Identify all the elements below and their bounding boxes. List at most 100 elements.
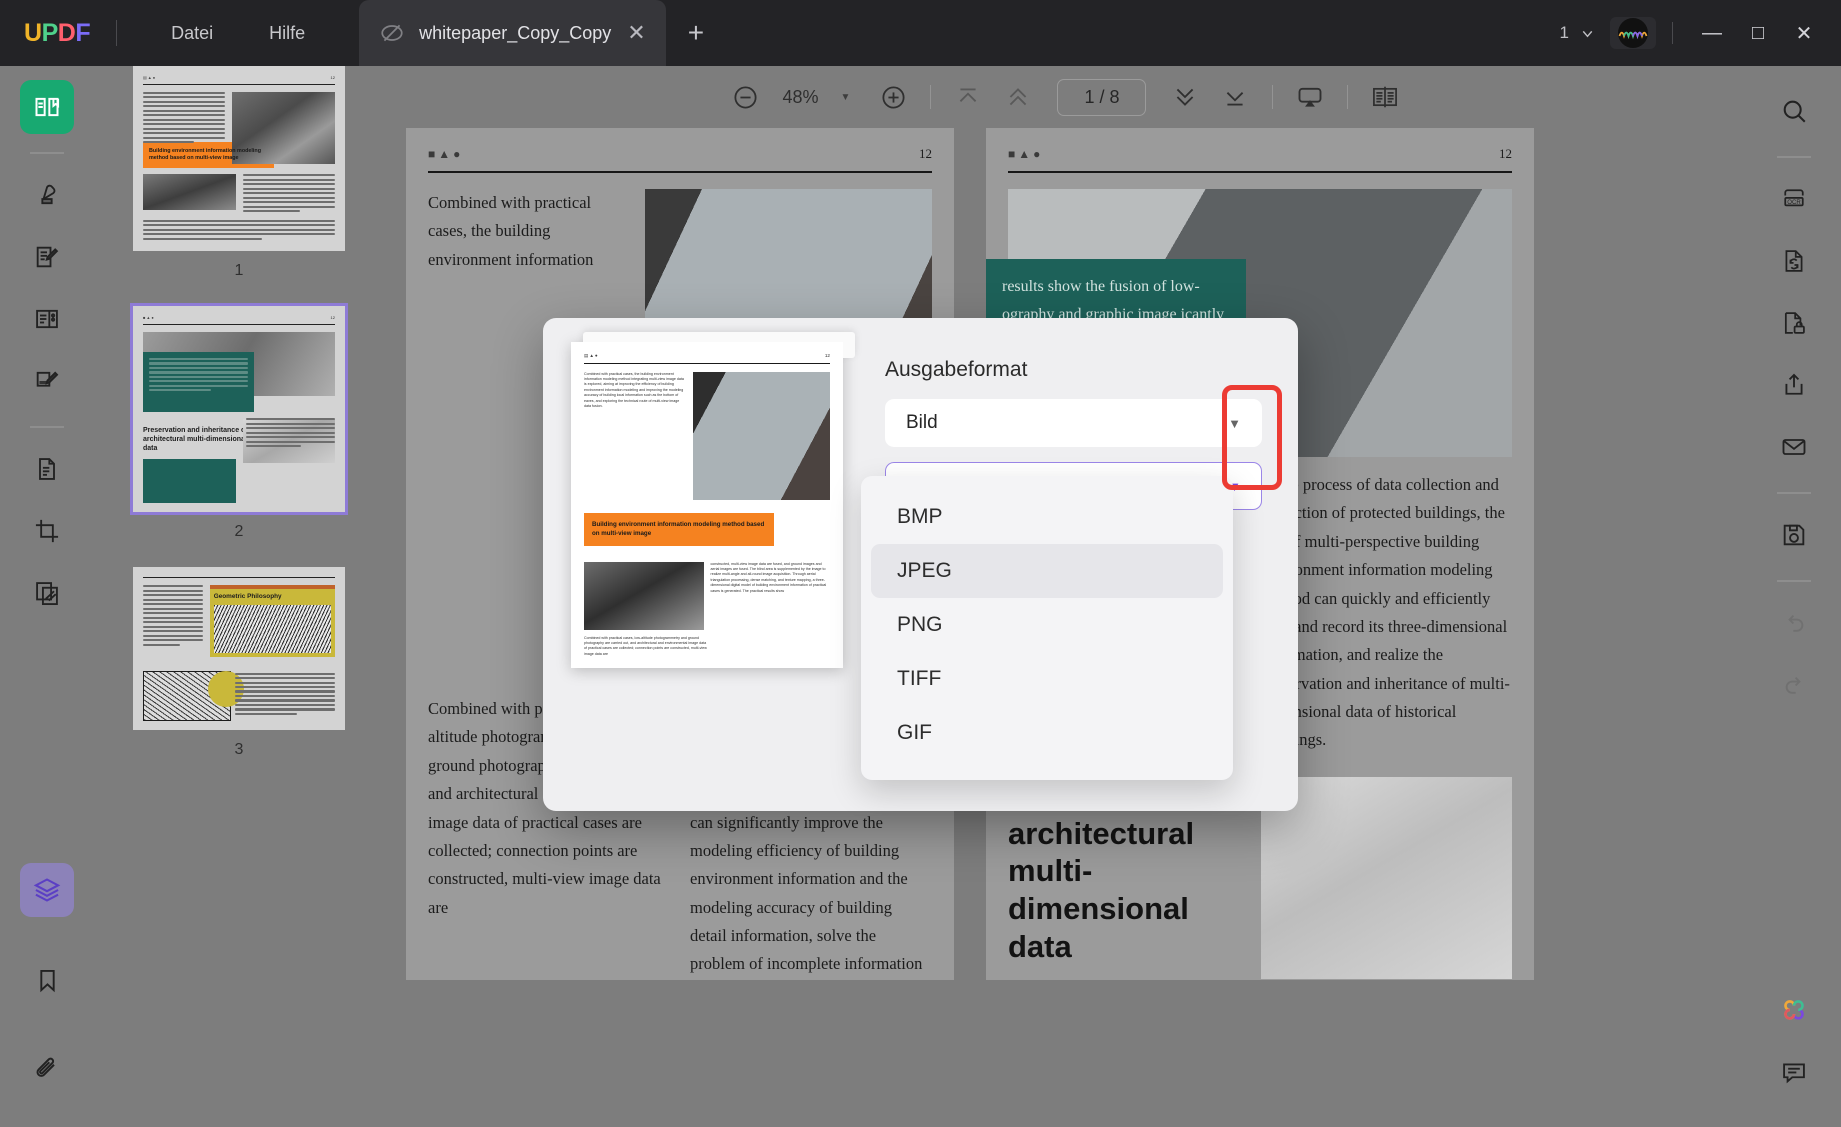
preview-col-bottom: Combined with practical cases, low-altit…: [584, 636, 707, 658]
thumbnail-number: 3: [133, 741, 345, 759]
account-count: 1: [1560, 23, 1569, 43]
mini-row: [143, 174, 335, 214]
thumbnail-number: 1: [133, 262, 345, 280]
page-glyphs: ■▲●: [428, 147, 463, 162]
dropdown-option-bmp[interactable]: BMP: [871, 490, 1223, 544]
preview-intro: Combined with practical cases, the build…: [584, 372, 686, 500]
presentation-mode-button[interactable]: [1285, 75, 1335, 119]
sidebar-item-bookmark[interactable]: [20, 953, 74, 1007]
thumbnail-item[interactable]: Geometric Philosophy: [133, 567, 345, 784]
ocr-icon[interactable]: OCR: [1767, 172, 1821, 226]
dual-page-view-button[interactable]: [1360, 75, 1410, 119]
thumbnail-item[interactable]: ■▲● 12: [133, 306, 345, 567]
sidebar-item-organize-pages[interactable]: [20, 442, 74, 496]
redo-icon[interactable]: [1767, 658, 1821, 712]
sidebar-item-edit-pdf[interactable]: [20, 230, 74, 284]
share-icon[interactable]: [1767, 358, 1821, 412]
sidebar-item-comment[interactable]: [20, 354, 74, 408]
format-dropdown-list[interactable]: BMP JPEG PNG TIFF GIF: [861, 476, 1233, 780]
mini-row: Geometric Philosophy: [143, 585, 335, 656]
thumbnail-item[interactable]: ▤▲● 12: [133, 66, 345, 306]
sidebar-item-highlighter[interactable]: [20, 168, 74, 222]
undo-icon[interactable]: [1767, 596, 1821, 650]
mini-col: [143, 174, 236, 214]
output-format-label: Ausgabeformat: [885, 358, 1262, 382]
thumbnail-page-3[interactable]: Geometric Philosophy: [133, 567, 345, 729]
mini-row: [143, 671, 335, 721]
page-number: 12: [331, 315, 335, 321]
dropdown-option-png[interactable]: PNG: [871, 598, 1223, 652]
page-glyphs: ■▲●: [1008, 147, 1043, 162]
document-tab[interactable]: whitepaper_Copy_Copy ✕: [359, 0, 666, 66]
mini-header: ▤▲● 12: [143, 75, 335, 85]
mini-row: [143, 459, 335, 503]
page-glyphs: ▤▲●: [143, 75, 156, 81]
dropdown-option-gif[interactable]: GIF: [871, 706, 1223, 760]
save-icon[interactable]: [1767, 508, 1821, 562]
sidebar-item-layers[interactable]: [20, 863, 74, 917]
page-header: ■▲● 12: [428, 146, 932, 173]
minimize-button[interactable]: —: [1689, 13, 1735, 53]
menu-hilfe[interactable]: Hilfe: [241, 23, 333, 44]
sidebar-item-reader[interactable]: [20, 80, 74, 134]
format-select-value: Bild: [906, 412, 938, 434]
app-logo: UPDF: [24, 19, 90, 48]
search-icon[interactable]: [1767, 84, 1821, 138]
thumbnail-page-1[interactable]: ▤▲● 12: [133, 66, 345, 251]
close-window-button[interactable]: ✕: [1781, 13, 1827, 53]
sidebar-item-form[interactable]: [20, 292, 74, 346]
preview-image: [693, 372, 830, 500]
format-select[interactable]: Bild ▼: [885, 399, 1262, 447]
mini-col: Geometric Philosophy: [210, 585, 335, 656]
page-glyphs: ■▲●: [143, 315, 155, 321]
ai-assistant-icon[interactable]: [1767, 983, 1821, 1037]
page-indicator[interactable]: 1 / 8: [1057, 79, 1146, 116]
chevron-down-icon[interactable]: ▼: [841, 92, 851, 103]
mini-title: Geometric Philosophy: [214, 592, 331, 601]
first-page-button[interactable]: [943, 75, 993, 119]
mini-col: [143, 459, 236, 503]
dropdown-option-jpeg[interactable]: JPEG: [871, 544, 1223, 598]
right-toolbar: OCR: [1747, 66, 1841, 1127]
mini-col: [143, 585, 203, 656]
page-number: 12: [1499, 146, 1512, 162]
close-icon[interactable]: ✕: [627, 20, 645, 46]
thumbnail-panel[interactable]: ▤▲● 12: [94, 66, 384, 1127]
page-image: [1261, 777, 1512, 980]
new-tab-button[interactable]: +: [688, 17, 704, 49]
chevron-down-icon: [1579, 25, 1596, 42]
prev-page-button[interactable]: [993, 75, 1043, 119]
maximize-button[interactable]: □: [1735, 13, 1781, 53]
preview-row: constructed, multi-view image data are f…: [584, 562, 830, 630]
email-icon[interactable]: [1767, 420, 1821, 474]
menu-datei[interactable]: Datei: [143, 23, 241, 44]
dropdown-option-tiff[interactable]: TIFF: [871, 652, 1223, 706]
last-page-button[interactable]: [1210, 75, 1260, 119]
sidebar-item-crop[interactable]: [20, 504, 74, 558]
mini-footer-text: [143, 220, 335, 240]
divider: [1777, 492, 1811, 494]
export-dialog[interactable]: ▤▲● 12 Combined with practical cases, th…: [543, 318, 1298, 811]
avatar[interactable]: [1610, 17, 1656, 49]
mini-teal-banner: [143, 352, 254, 412]
convert-icon[interactable]: [1767, 234, 1821, 288]
preview-image: [584, 562, 704, 630]
divider: [30, 152, 64, 154]
zoom-in-button[interactable]: [868, 75, 918, 119]
divider: [30, 426, 64, 428]
account-indicator[interactable]: 1: [1546, 23, 1610, 43]
next-page-button[interactable]: [1160, 75, 1210, 119]
sidebar-item-attachment[interactable]: [20, 1043, 74, 1097]
zoom-out-button[interactable]: [721, 75, 771, 119]
page-number: 12: [331, 75, 335, 81]
protect-lock-icon[interactable]: [1767, 296, 1821, 350]
thumbnail-page-2[interactable]: ■▲● 12: [133, 306, 345, 512]
chat-icon[interactable]: [1767, 1045, 1821, 1099]
sidebar-item-batch[interactable]: [20, 566, 74, 620]
preview-col-right: constructed, multi-view image data are f…: [711, 562, 831, 630]
zoom-level: 48%: [771, 87, 831, 108]
mini-body: [246, 418, 335, 449]
divider: [116, 20, 117, 46]
mini-col: [243, 174, 336, 214]
page-number: 12: [825, 353, 830, 360]
